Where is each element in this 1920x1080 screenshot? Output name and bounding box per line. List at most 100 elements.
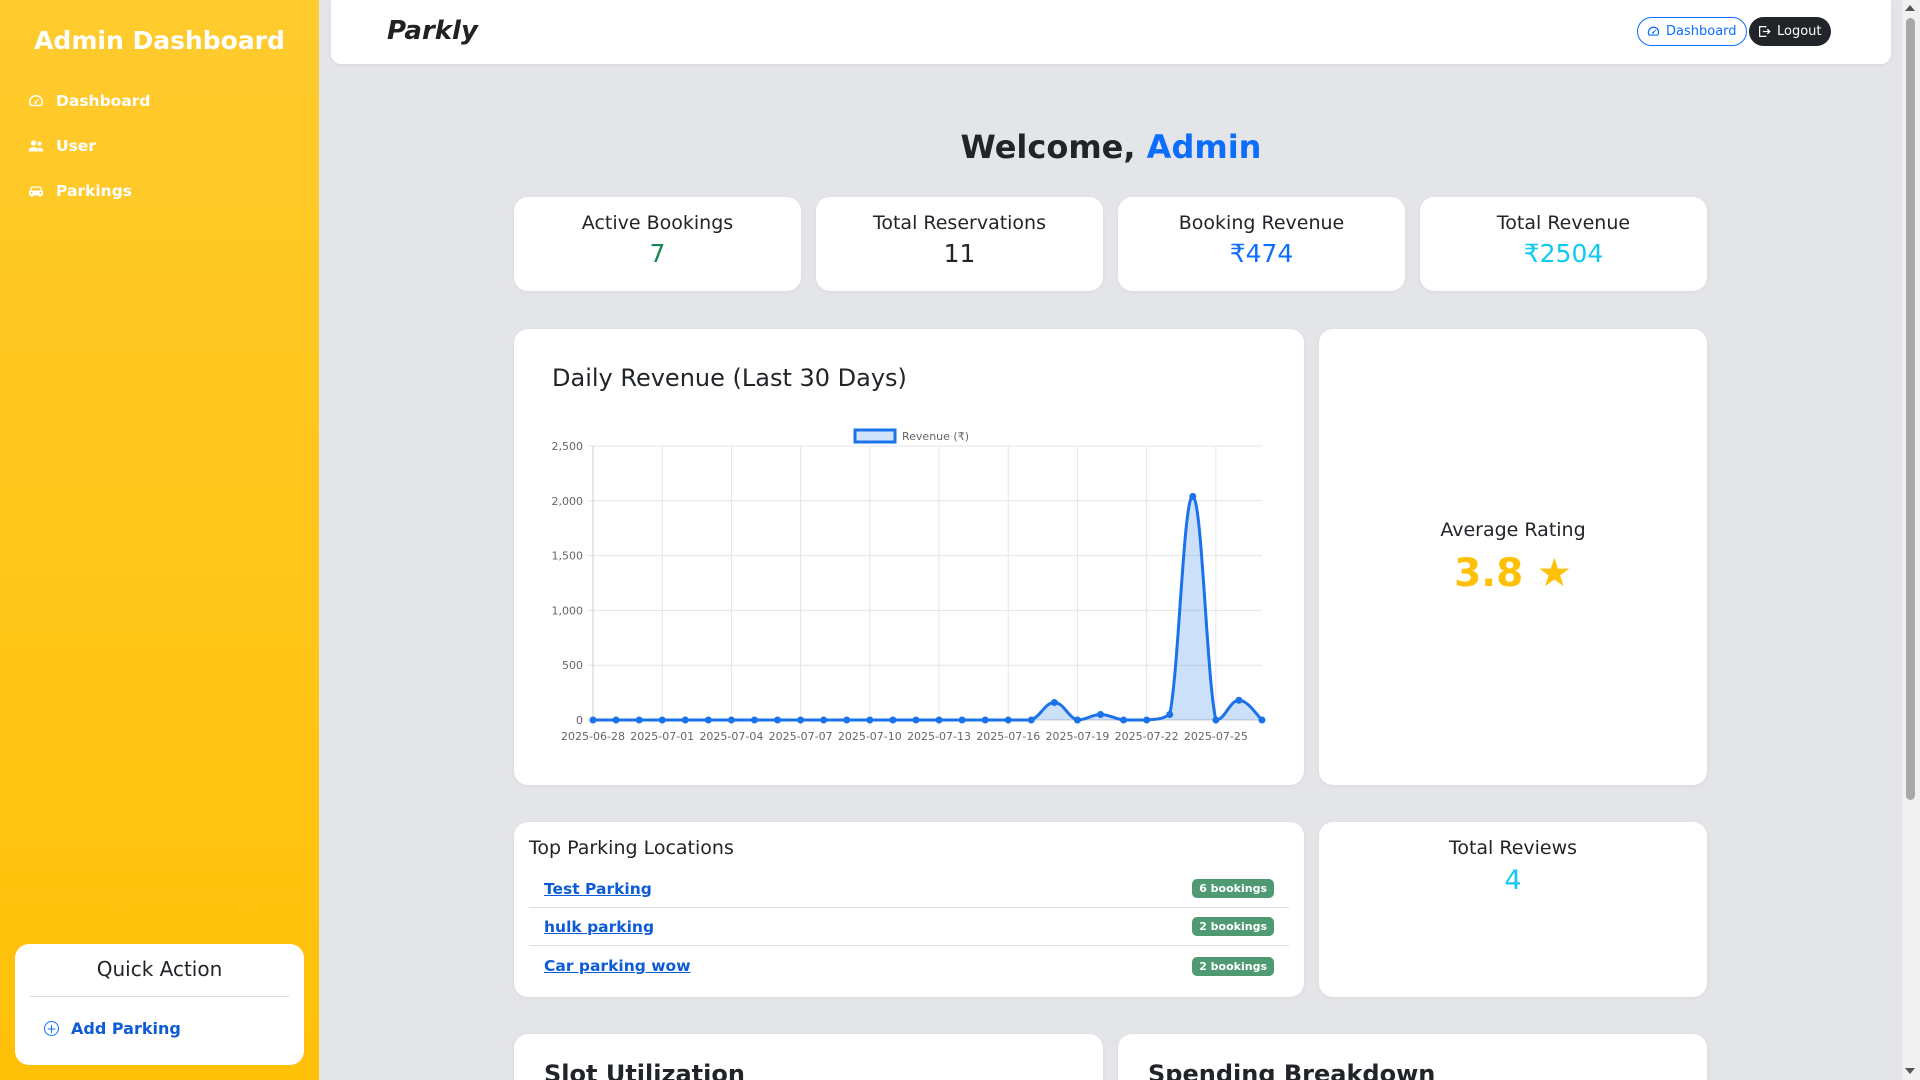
bookings-badge: 6 bookings xyxy=(1192,879,1274,898)
sidebar-item-user[interactable]: User xyxy=(28,123,151,168)
list-item: Test Parking 6 bookings xyxy=(529,870,1289,908)
y-tick-label: 500 xyxy=(562,659,583,672)
data-point xyxy=(1235,696,1243,704)
sidebar-item-parkings[interactable]: Parkings xyxy=(28,168,151,213)
location-link[interactable]: Car parking wow xyxy=(544,957,691,975)
top-navbar: Parkly Dashboard Logout xyxy=(331,0,1891,64)
data-point xyxy=(774,716,782,724)
list-item: hulk parking 2 bookings xyxy=(529,908,1289,946)
welcome-prefix: Welcome, xyxy=(960,128,1147,166)
data-point xyxy=(866,716,874,724)
revenue-line xyxy=(593,494,1264,722)
stat-label: Active Bookings xyxy=(581,212,734,234)
data-point xyxy=(612,716,620,724)
sidebar-item-label: Parkings xyxy=(56,181,133,200)
stat-card-total-reservations: Total Reservations 11 xyxy=(816,197,1103,291)
data-point xyxy=(1097,711,1105,719)
location-link[interactable]: Test Parking xyxy=(544,880,652,898)
bookings-badge: 2 bookings xyxy=(1192,917,1274,936)
slot-utilization-title: Slot Utilization xyxy=(544,1060,745,1080)
data-point xyxy=(1258,716,1266,724)
reviews-label: Total Reviews xyxy=(1448,837,1578,859)
plus-circle-icon: + xyxy=(44,1021,59,1036)
welcome-heading: Welcome, Admin xyxy=(331,128,1891,166)
data-point xyxy=(1189,492,1197,500)
x-tick-label: 2025-07-16 xyxy=(976,730,1040,743)
location-link[interactable]: hulk parking xyxy=(544,918,654,936)
x-tick-label: 2025-07-25 xyxy=(1184,730,1248,743)
data-point xyxy=(1212,716,1220,724)
y-tick-label: 2,500 xyxy=(552,440,584,453)
legend-swatch xyxy=(853,428,897,444)
stat-card-active-bookings: Active Bookings 7 xyxy=(514,197,801,291)
reviews-value: 4 xyxy=(1504,865,1522,896)
data-point xyxy=(912,716,920,724)
data-point xyxy=(1073,716,1081,724)
data-point xyxy=(1143,716,1151,724)
data-point xyxy=(958,716,966,724)
data-point xyxy=(820,716,828,724)
sidebar-item-label: User xyxy=(56,136,96,155)
x-tick-label: 2025-07-22 xyxy=(1115,730,1179,743)
y-tick-label: 2,000 xyxy=(552,495,584,508)
x-tick-label: 2025-07-10 xyxy=(838,730,902,743)
revenue-area xyxy=(593,496,1262,720)
data-point xyxy=(1027,716,1035,724)
logout-icon xyxy=(1759,26,1771,37)
car-icon xyxy=(29,186,43,197)
average-rating-card: Average Rating 3.8 ★ xyxy=(1319,329,1707,785)
stat-card-total-revenue: Total Revenue ₹2504 xyxy=(1420,197,1707,291)
rating-value: 3.8 ★ xyxy=(1454,551,1572,596)
brand-logo[interactable]: Parkly xyxy=(387,16,478,46)
data-point xyxy=(797,716,805,724)
quick-action-panel: Quick Action + Add Parking xyxy=(15,944,304,1065)
data-point xyxy=(1166,711,1174,719)
data-point xyxy=(681,716,689,724)
logout-button[interactable]: Logout xyxy=(1749,17,1831,46)
data-point xyxy=(889,716,897,724)
data-point xyxy=(589,716,597,724)
sidebar: Admin Dashboard Dashboard User Parkings … xyxy=(0,0,319,1080)
data-point xyxy=(658,716,666,724)
stat-label: Total Revenue xyxy=(1496,212,1631,234)
users-icon xyxy=(28,139,44,151)
data-point xyxy=(981,716,989,724)
spending-breakdown-card: Spending Breakdown xyxy=(1118,1034,1707,1080)
stat-value: ₹474 xyxy=(1229,239,1294,268)
legend-label: Revenue (₹) xyxy=(902,430,969,443)
scroll-down-arrow-icon[interactable] xyxy=(1905,1068,1915,1074)
data-point xyxy=(935,716,943,724)
add-parking-button[interactable]: + Add Parking xyxy=(44,1019,304,1038)
sidebar-item-dashboard[interactable]: Dashboard xyxy=(28,78,151,123)
data-point xyxy=(727,716,735,724)
data-point xyxy=(1004,716,1012,724)
x-tick-label: 2025-07-13 xyxy=(907,730,971,743)
gauge-icon xyxy=(29,94,43,106)
revenue-chart[interactable]: 0 500 1,000 1,500 2,000 2,500 2025-06-28 2025-0… xyxy=(514,329,1304,785)
stat-value: ₹2504 xyxy=(1523,239,1604,268)
y-tick-label: 1,000 xyxy=(552,604,584,617)
x-tick-label: 2025-07-19 xyxy=(1045,730,1109,743)
bookings-badge: 2 bookings xyxy=(1192,956,1274,976)
dashboard-button-label: Dashboard xyxy=(1666,24,1737,39)
stat-value: 11 xyxy=(943,239,976,268)
logout-button-label: Logout xyxy=(1777,24,1822,39)
total-reviews-card: Total Reviews 4 xyxy=(1319,822,1707,997)
list-item: Car parking wow 2 bookings xyxy=(529,947,1289,985)
stat-value: 7 xyxy=(649,239,666,268)
data-point xyxy=(750,716,758,724)
data-point xyxy=(635,716,643,724)
x-tick-label: 2025-07-01 xyxy=(630,730,694,743)
data-point xyxy=(1050,698,1058,706)
scrollbar-thumb[interactable] xyxy=(1906,18,1915,800)
x-tick-label: 2025-07-04 xyxy=(699,730,763,743)
data-point xyxy=(843,716,851,724)
sidebar-nav: Dashboard User Parkings xyxy=(28,78,151,213)
quick-action-title: Quick Action xyxy=(30,944,289,997)
stat-card-booking-revenue: Booking Revenue ₹474 xyxy=(1118,197,1405,291)
daily-revenue-card: Daily Revenue (Last 30 Days) 0 500 1,000 1,… xyxy=(514,329,1304,785)
stat-label: Booking Revenue xyxy=(1178,212,1345,234)
scroll-up-arrow-icon[interactable] xyxy=(1905,5,1915,11)
x-tick-label: 2025-06-28 xyxy=(561,730,625,743)
dashboard-button[interactable]: Dashboard xyxy=(1637,17,1747,46)
